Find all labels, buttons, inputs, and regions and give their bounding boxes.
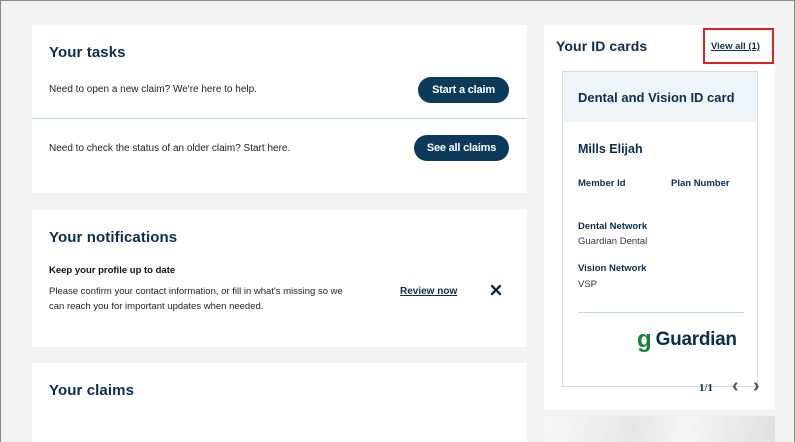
- id-cards-panel: Your ID cards View all (1) Dental and Vi…: [544, 25, 775, 410]
- id-card-pager: 1/1: [699, 382, 714, 394]
- review-now-link[interactable]: Review now: [400, 286, 457, 297]
- vision-network-value: VSP: [578, 279, 598, 290]
- see-all-claims-button[interactable]: See all claims: [414, 135, 509, 161]
- notifications-card: Your notifications Keep your profile up …: [32, 210, 527, 347]
- dental-network-value: Guardian Dental: [578, 236, 648, 247]
- view-all-id-cards-link[interactable]: View all (1): [711, 41, 760, 52]
- divider: [32, 118, 527, 119]
- tasks-title: Your tasks: [49, 44, 126, 61]
- dental-network-label: Dental Network: [578, 221, 648, 232]
- id-card-header: Dental and Vision ID card: [563, 72, 757, 122]
- member-name: Mills Elijah: [578, 142, 643, 156]
- member-id-label: Member Id: [578, 178, 626, 189]
- notifications-title: Your notifications: [49, 229, 178, 246]
- tasks-card: Your tasks Need to open a new claim? We'…: [32, 25, 527, 193]
- divider: [578, 312, 744, 313]
- task-row-text: Need to check the status of an older cla…: [49, 143, 291, 154]
- guardian-logo: g Guardian: [637, 328, 737, 352]
- chevron-right-icon[interactable]: ›: [753, 375, 760, 398]
- plan-number-label: Plan Number: [671, 178, 730, 189]
- task-row-text: Need to open a new claim? We're here to …: [49, 84, 257, 95]
- start-claim-button[interactable]: Start a claim: [418, 77, 509, 103]
- guardian-logo-mark-icon: g: [637, 326, 652, 353]
- notification-title: Keep your profile up to date: [49, 265, 176, 276]
- chevron-left-icon[interactable]: ‹: [732, 375, 739, 398]
- notification-text-line1: Please confirm your contact information,…: [49, 286, 343, 297]
- map-preview: [544, 416, 775, 442]
- vision-network-label: Vision Network: [578, 263, 647, 274]
- id-card[interactable]: Dental and Vision ID card Mills Elijah M…: [562, 71, 758, 387]
- id-cards-title: Your ID cards: [556, 38, 648, 54]
- claims-card: Your claims: [32, 363, 527, 442]
- guardian-logo-text: Guardian: [655, 329, 737, 350]
- claims-title: Your claims: [49, 382, 135, 399]
- notification-text-line2: can reach you for important updates when…: [49, 301, 264, 312]
- close-icon[interactable]: [488, 282, 504, 298]
